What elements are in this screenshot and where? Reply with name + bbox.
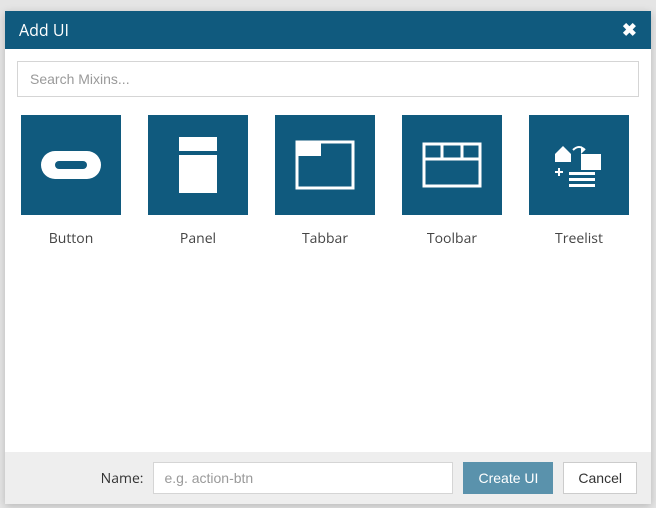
modal-title: Add UI (19, 19, 69, 41)
add-ui-modal: Add UI ✖ Button (5, 11, 651, 504)
button-icon (21, 115, 121, 215)
cancel-button[interactable]: Cancel (563, 462, 637, 494)
tile-grid: Button Panel (17, 115, 639, 248)
tile-label: Panel (180, 229, 216, 248)
modal-body: Button Panel (5, 49, 651, 452)
tile-toolbar[interactable]: Toolbar (402, 115, 502, 248)
tabbar-icon (275, 115, 375, 215)
close-icon[interactable]: ✖ (622, 21, 637, 39)
name-input[interactable] (153, 462, 453, 494)
tile-button[interactable]: Button (21, 115, 121, 248)
tile-tabbar[interactable]: Tabbar (275, 115, 375, 248)
create-ui-button[interactable]: Create UI (463, 462, 553, 494)
tile-label: Toolbar (427, 229, 477, 248)
panel-icon (148, 115, 248, 215)
tile-label: Button (49, 229, 94, 248)
modal-header: Add UI ✖ (5, 11, 651, 49)
treelist-icon (529, 115, 629, 215)
modal-footer: Name: Create UI Cancel (5, 452, 651, 504)
toolbar-icon (402, 115, 502, 215)
tile-label: Treelist (555, 229, 603, 248)
name-label: Name: (101, 469, 144, 488)
tile-label: Tabbar (302, 229, 348, 248)
search-input[interactable] (17, 61, 639, 97)
tile-panel[interactable]: Panel (148, 115, 248, 248)
tile-treelist[interactable]: Treelist (529, 115, 629, 248)
